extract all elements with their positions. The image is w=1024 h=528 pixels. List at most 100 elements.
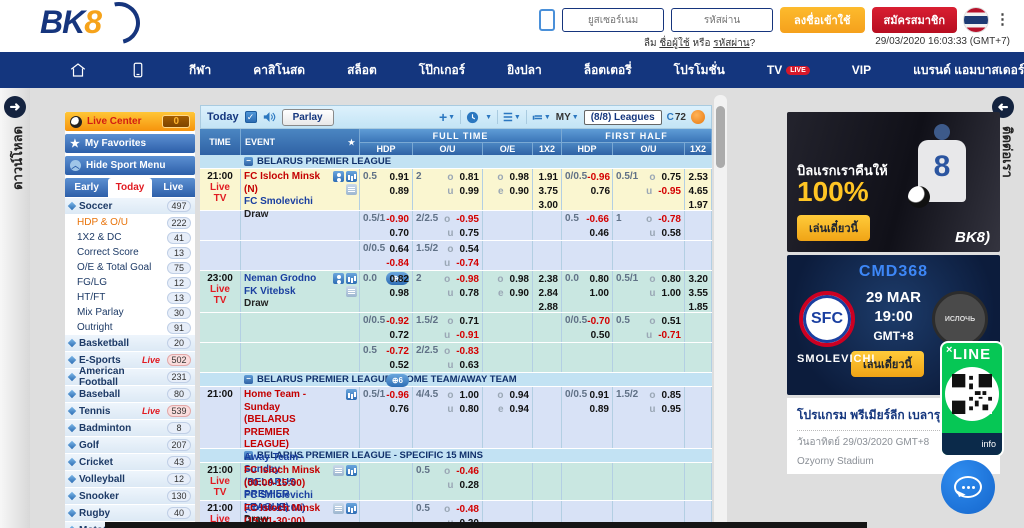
person-icon[interactable] <box>333 171 344 182</box>
1x2-odds[interactable]: 2.53 <box>689 172 708 183</box>
away-odds[interactable]: 0.50 <box>591 330 610 341</box>
tab-live[interactable]: Live <box>152 178 195 197</box>
sidebar-sub-HT-FT[interactable]: HT/FT 13 <box>65 290 195 305</box>
under-odds[interactable]: 0.99 <box>460 185 479 199</box>
nav-item-ยิงปลา[interactable]: ยิงปลา <box>486 52 563 88</box>
nav-item-แบรนด์-แอมบาสเดอร์[interactable]: แบรนด์ แอมบาสเดอร์ <box>892 52 1024 88</box>
login-button[interactable]: ลงชื่อเข้าใช้ <box>780 7 865 33</box>
1x2-odds[interactable]: 3.55 <box>689 288 708 299</box>
home-team[interactable]: Home Team - Sunday (BELARUS PREMIER LEAG… <box>244 389 333 452</box>
away-odds[interactable]: 0.52 <box>390 360 409 371</box>
under-odds[interactable]: 0.58 <box>662 227 681 241</box>
event-cell[interactable] <box>241 211 360 240</box>
over-odds[interactable]: 0.75 <box>662 171 681 185</box>
over-odds[interactable]: 0.94 <box>510 389 529 403</box>
bars-icon[interactable] <box>346 171 357 182</box>
bars-icon[interactable] <box>346 503 357 514</box>
board-icon[interactable] <box>346 286 357 297</box>
view-mode-icon[interactable]: ≔ ▼ <box>532 111 551 124</box>
over-odds[interactable]: 0.80 <box>662 273 681 287</box>
day-checkbox[interactable]: ✓ <box>244 111 257 123</box>
sidebar-item-american-football[interactable]: American Football 231 <box>65 366 195 388</box>
over-odds[interactable]: -0.48 <box>456 503 479 517</box>
kebab-menu-icon[interactable]: ⋮ <box>995 12 1010 27</box>
nav-item-คาสิโนสด[interactable]: คาสิโนสด <box>232 52 326 88</box>
1x2-odds[interactable]: 1.97 <box>689 200 708 210</box>
away-odds[interactable]: 0.89 <box>590 404 609 415</box>
over-odds[interactable]: 1.00 <box>460 389 479 403</box>
sidebar-item-basketball[interactable]: Basketball 20 <box>65 335 195 352</box>
under-odds[interactable]: 0.95 <box>662 403 681 417</box>
sidebar-item-volleyball[interactable]: Volleyball 12 <box>65 471 195 488</box>
under-odds[interactable]: -0.91 <box>456 329 479 343</box>
home-odds[interactable]: -0.96 <box>587 172 610 183</box>
over-odds[interactable]: 0.71 <box>460 315 479 329</box>
forgot-username-link[interactable]: ชื่อผู้ใช้ <box>659 38 689 49</box>
sidebar-item-soccer[interactable]: Soccer 497 <box>65 198 195 215</box>
event-cell[interactable] <box>241 343 360 372</box>
sidebar-item-rugby[interactable]: Rugby 40 <box>65 505 195 522</box>
over-odds[interactable]: 0.85 <box>662 389 681 403</box>
event-cell[interactable]: FC Isloch Minsk (00:00-15:00) FC Smolevic… <box>241 463 360 526</box>
odds-format-select[interactable]: MY ▼ <box>556 112 579 123</box>
1x2-odds[interactable]: 4.65 <box>689 186 708 197</box>
download-tab[interactable]: ดาวน์โหลด <box>7 126 28 190</box>
bk8-logo[interactable]: BK8 <box>40 0 148 52</box>
over-odds[interactable]: 0.81 <box>460 171 479 185</box>
home-odds[interactable]: -0.70 <box>587 316 610 327</box>
home-odds[interactable]: 0.82 <box>390 274 409 285</box>
tab-early[interactable]: Early <box>65 178 108 197</box>
event-cell[interactable] <box>241 241 360 270</box>
under-odds[interactable]: 0.75 <box>460 227 479 241</box>
collapse-icon[interactable]: − <box>244 157 253 166</box>
download-arrow-icon[interactable]: ➜ <box>4 96 26 118</box>
home-odds[interactable]: 0.91 <box>390 172 409 183</box>
sidebar-sub-O-E---Total-Goal[interactable]: O/E & Total Goal 75 <box>65 260 195 275</box>
over-odds[interactable]: 0.54 <box>460 243 479 257</box>
sidebar-sub-Mix-Parlay[interactable]: Mix Parlay 30 <box>65 305 195 320</box>
over-odds[interactable]: 0.98 <box>510 171 529 185</box>
live-center-header[interactable]: Live Center 0 <box>65 112 195 131</box>
sidebar-sub-FG-LG[interactable]: FG/LG 12 <box>65 275 195 290</box>
sound-icon[interactable] <box>263 111 276 123</box>
nav-item-ล็อตเตอรี่[interactable]: ล็อตเตอรี่ <box>563 52 653 88</box>
tab-today[interactable]: Today <box>108 178 152 197</box>
1x2-odds[interactable]: 1.85 <box>689 302 708 312</box>
away-odds[interactable]: 0.89 <box>390 186 409 197</box>
sidebar-sub-Correct-Score[interactable]: Correct Score 13 <box>65 245 195 260</box>
over-odds[interactable]: 0.51 <box>662 315 681 329</box>
away-odds[interactable]: 1.00 <box>590 288 609 299</box>
1x2-odds[interactable]: 2.84 <box>539 288 558 299</box>
home-odds[interactable]: 0.64 <box>390 244 409 255</box>
nav-item-โป๊กเกอร์[interactable]: โป๊กเกอร์ <box>398 52 486 88</box>
register-button[interactable]: สมัครสมาชิก <box>871 7 957 33</box>
bars-icon[interactable] <box>346 389 357 400</box>
home-odds[interactable]: -0.92 <box>386 316 409 327</box>
live-chat-button[interactable] <box>941 460 995 514</box>
away-odds[interactable]: 0.76 <box>591 186 610 197</box>
home-team[interactable]: Neman Grodno <box>244 273 333 286</box>
league-header[interactable]: −BELARUS PREMIER LEAGUE - HOME TEAM/AWAY… <box>200 373 712 387</box>
under-odds[interactable]: 0.90 <box>510 287 529 301</box>
leagues-button[interactable]: (8/8) Leagues <box>583 109 662 125</box>
line-qr-popup[interactable]: × LINE info <box>940 341 1004 457</box>
nav-item-กีฬา[interactable]: กีฬา <box>168 52 232 88</box>
over-odds[interactable]: -0.95 <box>456 213 479 227</box>
collapse-icon[interactable]: − <box>244 375 253 384</box>
nav-item-VIP[interactable]: VIP <box>831 52 892 88</box>
nav-item-โปรโมชั่น[interactable]: โปรโมชั่น <box>653 52 746 88</box>
home-odds[interactable]: 0.91 <box>590 390 609 401</box>
away-odds[interactable]: 0.76 <box>390 404 409 415</box>
under-odds[interactable]: 0.63 <box>460 359 479 373</box>
1x2-odds[interactable]: 3.00 <box>539 200 558 211</box>
away-odds[interactable]: 0.70 <box>390 228 409 239</box>
event-star-icon[interactable]: ★ <box>348 138 355 147</box>
event-cell[interactable]: Home Team - Sunday (BELARUS PREMIER LEAG… <box>241 387 360 525</box>
event-cell[interactable] <box>241 313 360 342</box>
home-odds[interactable]: 0.80 <box>590 274 609 285</box>
bars-icon[interactable] <box>346 273 357 284</box>
home-odds[interactable]: -0.90 <box>386 214 409 225</box>
over-odds[interactable]: -0.78 <box>658 213 681 227</box>
more-bets-badge[interactable]: ⊕6 <box>385 374 409 388</box>
under-odds[interactable]: 0.94 <box>510 403 529 417</box>
